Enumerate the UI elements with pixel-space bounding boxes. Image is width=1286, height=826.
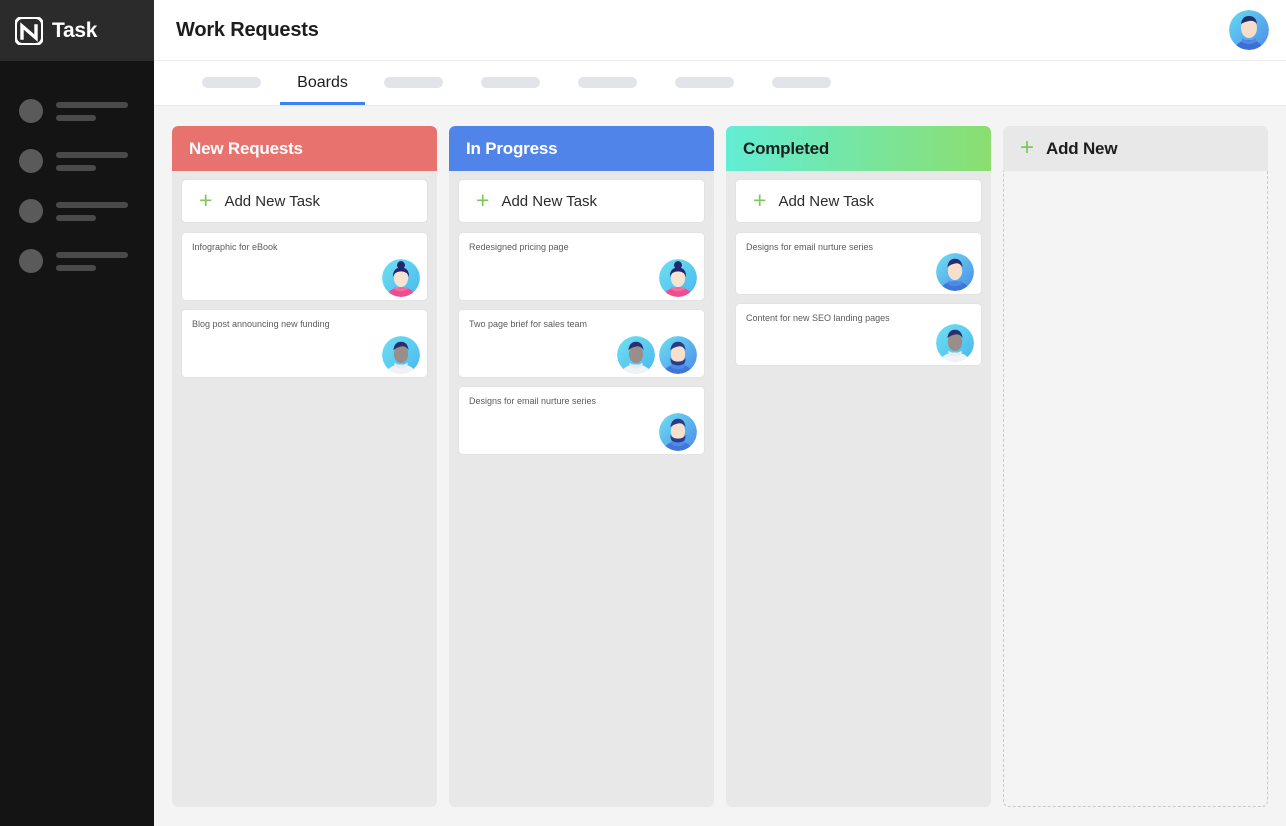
tab-placeholder-pill	[384, 77, 443, 88]
add-new-task-button[interactable]: + Add New Task	[458, 179, 705, 223]
sidebar-nav	[0, 61, 154, 286]
add-new-column-header[interactable]: + Add New	[1003, 126, 1268, 171]
tab-placeholder-pill	[481, 77, 540, 88]
column-body: + Add New Task Infographic for eBook	[172, 171, 437, 807]
tab-placeholder-6[interactable]	[753, 60, 850, 105]
task-card-title: Infographic for eBook	[192, 242, 417, 254]
column-header-new-requests[interactable]: New Requests	[172, 126, 437, 171]
sidebar-item-1[interactable]	[0, 86, 154, 136]
task-card-title: Redesigned pricing page	[469, 242, 694, 254]
task-card[interactable]: Blog post announcing new funding	[181, 309, 428, 378]
task-card-avatars	[617, 336, 697, 374]
main-area: Work Requests	[154, 0, 1286, 826]
column-header-in-progress[interactable]: In Progress	[449, 126, 714, 171]
sidebar-item-3[interactable]	[0, 186, 154, 236]
tab-placeholder-pill	[772, 77, 831, 88]
tab-placeholder-pill	[675, 77, 734, 88]
add-new-task-button[interactable]: + Add New Task	[735, 179, 982, 223]
task-card-title: Designs for email nurture series	[746, 242, 971, 254]
plus-icon: +	[476, 189, 489, 212]
sidebar-placeholder-text	[56, 152, 128, 171]
user-avatar-male-blue-icon[interactable]	[1229, 10, 1269, 50]
board-column-completed: Completed + Add New Task Designs for ema…	[726, 126, 991, 807]
tab-boards-label: Boards	[297, 74, 348, 92]
avatar-male-blue-icon[interactable]	[936, 253, 974, 291]
tab-placeholder-0[interactable]	[183, 60, 280, 105]
column-header-completed[interactable]: Completed	[726, 126, 991, 171]
board-column-in-progress: In Progress + Add New Task Redesigned pr…	[449, 126, 714, 807]
task-card-title: Content for new SEO landing pages	[746, 313, 971, 325]
add-new-task-label: Add New Task	[778, 193, 874, 210]
tab-placeholder-5[interactable]	[656, 60, 753, 105]
sidebar-placeholder-text	[56, 202, 128, 221]
task-card[interactable]: Redesigned pricing page	[458, 232, 705, 301]
board-column-new-requests: New Requests + Add New Task Infographic …	[172, 126, 437, 807]
avatar-male-beard-icon[interactable]	[659, 413, 697, 451]
app-window: Task	[0, 0, 1286, 826]
ntask-n-logo-icon	[15, 17, 43, 45]
task-card-avatars	[382, 259, 420, 297]
avatar-male-grey-icon[interactable]	[936, 324, 974, 362]
add-new-column-label: Add New	[1046, 139, 1117, 159]
task-card[interactable]: Two page brief for sales team	[458, 309, 705, 378]
sidebar-placeholder-text	[56, 102, 128, 121]
sidebar-avatar-icon	[19, 149, 43, 173]
tab-placeholder-2[interactable]	[365, 60, 462, 105]
tab-placeholder-4[interactable]	[559, 60, 656, 105]
add-new-task-label: Add New Task	[501, 193, 597, 210]
task-card[interactable]: Designs for email nurture series	[458, 386, 705, 455]
sidebar-placeholder-text	[56, 252, 128, 271]
brand-logo[interactable]: Task	[0, 0, 154, 61]
tab-placeholder-pill	[202, 77, 261, 88]
tab-placeholder-pill	[578, 77, 637, 88]
column-body: + Add New Task Designs for email nurture…	[726, 171, 991, 807]
avatar-female-pink-icon[interactable]	[382, 259, 420, 297]
sidebar: Task	[0, 0, 154, 826]
plus-icon: +	[1020, 136, 1034, 160]
sidebar-item-4[interactable]	[0, 236, 154, 286]
avatar-male-grey-icon[interactable]	[617, 336, 655, 374]
task-card-title: Two page brief for sales team	[469, 319, 694, 331]
add-new-column[interactable]: + Add New	[1003, 126, 1268, 807]
task-card-avatars	[659, 413, 697, 451]
tab-bar: Boards	[154, 61, 1286, 106]
kanban-board: New Requests + Add New Task Infographic …	[154, 106, 1286, 826]
avatar-male-beard-icon[interactable]	[659, 336, 697, 374]
tab-boards[interactable]: Boards	[280, 60, 365, 105]
avatar-male-grey-icon[interactable]	[382, 336, 420, 374]
column-title: In Progress	[466, 139, 557, 159]
tab-placeholder-3[interactable]	[462, 60, 559, 105]
plus-icon: +	[199, 189, 212, 212]
task-card[interactable]: Infographic for eBook	[181, 232, 428, 301]
column-title: Completed	[743, 139, 829, 159]
add-new-task-label: Add New Task	[224, 193, 320, 210]
task-card-avatars	[659, 259, 697, 297]
task-card-title: Blog post announcing new funding	[192, 319, 417, 331]
task-card[interactable]: Content for new SEO landing pages	[735, 303, 982, 366]
task-card[interactable]: Designs for email nurture series	[735, 232, 982, 295]
plus-icon: +	[753, 189, 766, 212]
avatar-female-pink-icon[interactable]	[659, 259, 697, 297]
sidebar-avatar-icon	[19, 199, 43, 223]
brand-name: Task	[52, 19, 97, 43]
task-card-title: Designs for email nurture series	[469, 396, 694, 408]
add-new-column-dropzone[interactable]	[1003, 171, 1268, 807]
add-new-task-button[interactable]: + Add New Task	[181, 179, 428, 223]
page-title: Work Requests	[176, 19, 319, 42]
column-title: New Requests	[189, 139, 303, 159]
sidebar-avatar-icon	[19, 99, 43, 123]
task-card-avatars	[382, 336, 420, 374]
task-card-avatars	[936, 324, 974, 362]
task-card-avatars	[936, 253, 974, 291]
top-bar: Work Requests	[154, 0, 1286, 61]
sidebar-item-2[interactable]	[0, 136, 154, 186]
sidebar-avatar-icon	[19, 249, 43, 273]
column-body: + Add New Task Redesigned pricing page	[449, 171, 714, 807]
